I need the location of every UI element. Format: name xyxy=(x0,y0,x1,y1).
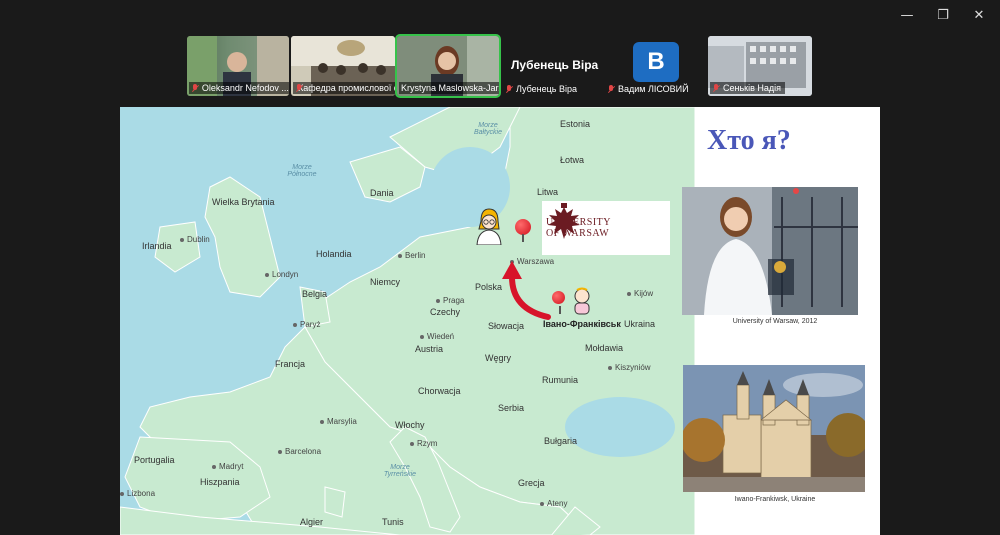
avatar: B xyxy=(633,42,679,82)
location-pin-icon xyxy=(515,219,531,242)
map-label: Algier xyxy=(300,517,324,527)
participant-label: Лубенець Віра xyxy=(505,84,577,94)
eagle-emblem-icon xyxy=(548,203,580,239)
map-label: Rumunia xyxy=(542,375,579,385)
map-city: Madryt xyxy=(212,462,243,471)
map-label: Ukraina xyxy=(624,319,656,329)
map-city: Berlin xyxy=(398,251,425,260)
map-city: Barcelona xyxy=(278,447,321,456)
europe-map: Estonia Łotwa Litwa Dania Wielka Brytani… xyxy=(120,107,695,535)
participant-tile[interactable]: Кафедра промислової фа... xyxy=(291,36,395,96)
map-city: Lizbona xyxy=(120,489,155,498)
photo-caption: Iwano-Frankiwsk, Ukraine xyxy=(734,496,816,503)
map-city: Rzym xyxy=(410,439,437,448)
map-label: Serbia xyxy=(498,403,525,413)
slide-title: Хто я? xyxy=(707,125,791,156)
photo-caption: University of Warsaw, 2012 xyxy=(732,318,818,325)
map-city: Paryż xyxy=(293,320,320,329)
mic-muted-icon xyxy=(607,84,615,94)
mic-muted-icon xyxy=(712,83,720,93)
hometown-label: Івано-Франківськ xyxy=(543,319,621,329)
minimize-button[interactable]: — xyxy=(896,6,918,24)
map-label: Wielka Brytania xyxy=(212,197,275,207)
map-label: Chorwacja xyxy=(418,386,461,396)
map-city: Marsylia xyxy=(320,417,357,426)
map-label: Tunis xyxy=(382,517,404,527)
baby-icon xyxy=(574,287,590,315)
shared-slide: Estonia Łotwa Litwa Dania Wielka Brytani… xyxy=(120,107,880,535)
close-button[interactable]: ✕ xyxy=(968,6,990,24)
participant-label: Krystyna Maslowska-Jarzy... xyxy=(399,82,499,94)
participant-display-name: Лубенець Віра xyxy=(511,58,599,72)
map-label: Portugalia xyxy=(134,455,175,465)
slide-side-panel: Хто я? University of Warsaw, 2012 Iwano-… xyxy=(682,107,880,535)
map-label: Bułgaria xyxy=(544,436,578,446)
mic-muted-icon xyxy=(191,83,199,93)
participant-tile[interactable]: B Вадим ЛІСОВИЙ xyxy=(603,36,703,96)
window-controls: — ❐ ✕ xyxy=(896,6,990,24)
participant-tile-active-speaker[interactable]: Krystyna Maslowska-Jarzy... xyxy=(395,34,501,98)
restore-button[interactable]: ❐ xyxy=(932,6,954,24)
map-label: Hiszpania xyxy=(200,477,240,487)
church-photo xyxy=(683,365,865,492)
map-city: Kijów xyxy=(627,289,653,298)
participant-strip: Oleksandr Nefodov ... Кафедра промислово… xyxy=(187,34,817,98)
map-label: Czechy xyxy=(430,307,461,317)
participant-label: Вадим ЛІСОВИЙ xyxy=(607,84,689,94)
map-sea-label: Morze Bałtyckie xyxy=(473,122,502,136)
map-label: Irlandia xyxy=(142,241,172,251)
map-city: Ateny xyxy=(540,499,567,508)
map-label: Holandia xyxy=(316,249,352,259)
map-label: Grecja xyxy=(518,478,545,488)
map-label: Niemcy xyxy=(370,277,401,287)
map-label: Belgia xyxy=(302,289,328,299)
participant-label: Сеньків Надія xyxy=(710,82,786,94)
map-label: Litwa xyxy=(537,187,559,197)
map-label: Łotwa xyxy=(560,155,585,165)
map-label: Włochy xyxy=(395,420,425,430)
map-label: Słowacja xyxy=(488,321,525,331)
map-city: Kiszyniów xyxy=(608,363,651,372)
map-label: Polska xyxy=(475,282,503,292)
scientist-icon xyxy=(476,208,502,245)
map-city: Londyn xyxy=(265,270,298,279)
journey-arrow-icon xyxy=(502,261,551,320)
map-label: Węgry xyxy=(485,353,512,363)
map-label: Estonia xyxy=(560,119,591,129)
participant-tile[interactable]: Oleksandr Nefodov ... xyxy=(187,36,289,96)
map-label: Austria xyxy=(415,344,444,354)
participant-tile[interactable]: Лубенець Віра Лубенець Віра xyxy=(501,36,611,96)
laser-pointer-dot xyxy=(793,188,799,194)
map-label: Francja xyxy=(275,359,306,369)
map-city: Praga xyxy=(436,296,464,305)
map-label: Mołdawia xyxy=(585,343,624,353)
participant-label: Кафедра промислової фа... xyxy=(293,82,395,94)
mic-muted-icon xyxy=(505,84,513,94)
map-sea-label: Morze Północne xyxy=(287,164,317,178)
church-photo-image xyxy=(683,365,865,492)
map-sea-label: Morze Tyrreńskie xyxy=(383,464,417,478)
lab-photo-image xyxy=(682,187,858,315)
participant-tile[interactable]: Сеньків Надія xyxy=(708,36,812,96)
map-label: Dania xyxy=(370,188,394,198)
map-city: Dublin xyxy=(180,235,210,244)
participant-label: Oleksandr Nefodov ... xyxy=(189,82,289,94)
lab-photo xyxy=(682,187,858,315)
map-city: Wiedeń xyxy=(420,332,454,341)
university-logo: University of Warsaw xyxy=(542,201,670,255)
